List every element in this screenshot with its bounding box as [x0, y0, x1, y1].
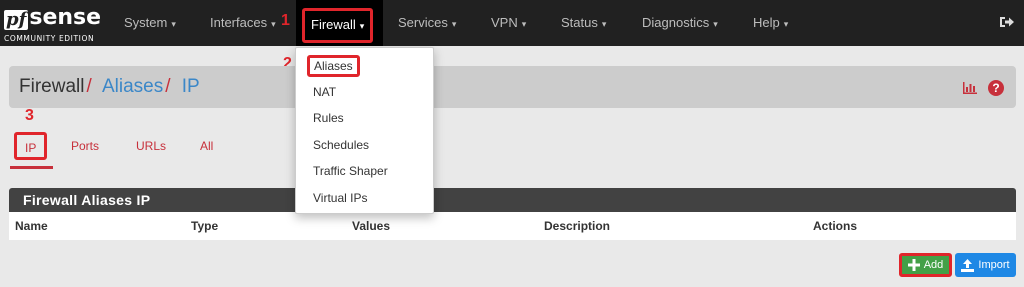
menu-item-rules[interactable]: Rules [313, 111, 344, 125]
firewall-dropdown-menu: Aliases NAT Rules Schedules Traffic Shap… [295, 47, 434, 214]
nav-status-label: Status [561, 15, 598, 30]
col-type: Type [191, 219, 219, 233]
col-name: Name [15, 219, 48, 233]
menu-item-traffic-shaper[interactable]: Traffic Shaper [313, 164, 388, 178]
nav-help-label: Help [753, 15, 780, 30]
nav-help[interactable]: Help ▾ [753, 0, 788, 46]
annotation-3: 3 [25, 107, 34, 124]
nav-firewall[interactable]: Firewall ▾ [296, 0, 383, 46]
nav-vpn-label: VPN [491, 15, 518, 30]
breadcrumb: Firewall / Aliases / IP [19, 76, 200, 98]
add-button[interactable]: Add [899, 253, 952, 277]
menu-item-schedules[interactable]: Schedules [313, 138, 369, 152]
help-icon[interactable]: ? [988, 80, 1004, 96]
nav-services-label: Services [398, 15, 448, 30]
nav-diagnostics[interactable]: Diagnostics ▾ [642, 0, 718, 46]
col-actions: Actions [813, 219, 858, 233]
nav-system[interactable]: System ▾ [124, 0, 176, 46]
breadcrumb-separator: / [86, 76, 92, 97]
tab-all[interactable]: All [200, 133, 213, 159]
breadcrumb-panel: Firewall / Aliases / IP ? [9, 66, 1016, 108]
col-values: Values [352, 219, 391, 233]
menu-item-virtual-ips[interactable]: Virtual IPs [313, 191, 367, 205]
menu-item-aliases[interactable]: Aliases [307, 55, 360, 77]
menu-item-nat[interactable]: NAT [313, 85, 336, 99]
caret-down-icon: ▾ [359, 21, 365, 31]
caret-down-icon: ▾ [521, 19, 527, 29]
add-button-label: Add [923, 259, 944, 271]
nav-interfaces-label: Interfaces [210, 15, 268, 30]
tab-ports[interactable]: Ports [71, 133, 99, 159]
table-header-row: Name Type Values Description Actions [9, 212, 1016, 240]
tab-urls[interactable]: URLs [136, 133, 166, 159]
caret-down-icon: ▾ [451, 19, 457, 29]
col-description: Description [544, 219, 611, 233]
caret-down-icon: ▾ [171, 19, 176, 29]
nav-services[interactable]: Services ▾ [398, 0, 456, 46]
breadcrumb-ip-link[interactable]: IP [182, 76, 200, 97]
caret-down-icon: ▾ [601, 19, 607, 29]
nav-interfaces[interactable]: Interfaces ▾ [210, 0, 276, 46]
caret-down-icon: ▾ [713, 19, 718, 29]
chart-icon[interactable] [962, 81, 978, 95]
upload-icon [961, 258, 975, 272]
annotation-1: 1 [281, 12, 290, 29]
active-tab-underline [10, 166, 53, 169]
plus-icon [907, 259, 920, 271]
breadcrumb-aliases-link[interactable]: Aliases [102, 76, 163, 97]
nav-vpn[interactable]: VPN ▾ [491, 0, 526, 46]
nav-firewall-label: Firewall [311, 17, 356, 32]
tab-ip[interactable]: IP [14, 132, 48, 160]
nav-diagnostics-label: Diagnostics [642, 15, 710, 30]
caret-down-icon: ▾ [783, 19, 789, 29]
logout-icon[interactable] [998, 14, 1014, 30]
pfsense-logo[interactable]: pf sense COMMUNITY EDITION [4, 4, 104, 44]
top-navbar: pf sense COMMUNITY EDITION System ▾ Inter… [0, 0, 1024, 46]
import-button[interactable]: Import [955, 253, 1016, 277]
breadcrumb-separator: / [165, 76, 171, 97]
caret-down-icon: ▾ [271, 19, 276, 29]
import-button-label: Import [978, 259, 1010, 271]
nav-system-label: System [124, 15, 168, 30]
panel-title: Firewall Aliases IP [9, 188, 1016, 212]
nav-status[interactable]: Status ▾ [561, 0, 606, 46]
breadcrumb-firewall: Firewall [19, 76, 85, 97]
logo-sense: sense [29, 5, 102, 30]
logo-pf: pf [4, 9, 29, 30]
logo-subtitle: COMMUNITY EDITION [4, 34, 95, 43]
